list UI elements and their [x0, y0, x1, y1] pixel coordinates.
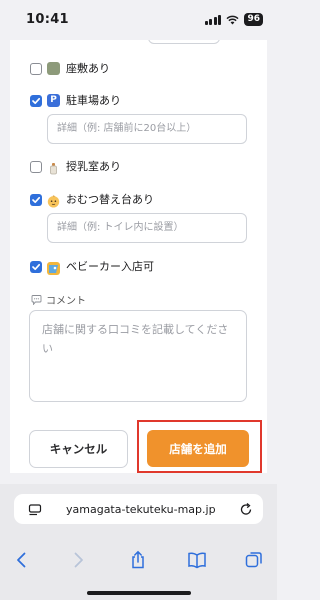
address-bar[interactable]: yamagata-tekuteku-map.jp — [14, 494, 263, 524]
add-store-form: 座敷あり P 駐車場あり 詳細（例: 店舗前に20台以上） 授乳室あり おむつ替… — [10, 40, 267, 473]
checkmark-icon — [32, 196, 41, 204]
speech-bubble-icon — [31, 294, 42, 305]
diaper-table-checkbox[interactable] — [30, 194, 42, 206]
home-indicator — [87, 591, 191, 595]
option-label-parking: 駐車場あり — [66, 94, 121, 107]
option-label-nursing-room: 授乳室あり — [66, 160, 121, 173]
comment-label: コメント — [31, 292, 86, 307]
parking-icon: P — [47, 94, 60, 107]
cancel-button[interactable]: キャンセル — [29, 430, 128, 468]
back-icon[interactable] — [12, 550, 32, 570]
parking-checkbox[interactable] — [30, 95, 42, 107]
status-time: 10:41 — [26, 12, 69, 27]
comment-textarea[interactable]: 店舗に関する口コミを記載してください — [29, 310, 247, 402]
nursing-room-checkbox[interactable] — [30, 161, 42, 173]
stroller-checkbox[interactable] — [30, 261, 42, 273]
share-icon[interactable] — [128, 550, 148, 570]
comment-label-text: コメント — [46, 296, 86, 307]
previous-detail-input[interactable] — [148, 40, 220, 44]
status-bar: 10:41 96 — [0, 0, 277, 40]
status-icons: 96 — [204, 13, 263, 26]
baby-face-icon — [47, 193, 60, 208]
diaper-table-detail-input[interactable]: 詳細（例: トイレ内に設置） — [47, 213, 247, 243]
tatami-icon — [47, 62, 60, 75]
tatami-checkbox[interactable] — [30, 63, 42, 75]
signal-icon — [204, 14, 222, 25]
reload-icon[interactable] — [240, 502, 253, 521]
option-label-tatami: 座敷あり — [66, 62, 110, 75]
page-menu-icon[interactable] — [28, 502, 42, 521]
url-text: yamagata-tekuteku-map.jp — [66, 503, 216, 516]
bookmarks-icon[interactable] — [187, 550, 207, 570]
option-label-stroller: ベビーカー入店可 — [66, 260, 154, 273]
add-store-button[interactable]: 店舗を追加 — [147, 430, 249, 467]
baby-bottle-icon — [47, 160, 60, 175]
parking-detail-input[interactable]: 詳細（例: 店舗前に20台以上） — [47, 114, 247, 144]
checkmark-icon — [32, 97, 41, 105]
tabs-icon[interactable] — [244, 550, 264, 570]
option-label-diaper-table: おむつ替え台あり — [66, 193, 154, 206]
forward-icon[interactable] — [68, 550, 88, 570]
browser-address-area: yamagata-tekuteku-map.jp — [0, 484, 277, 544]
stroller-icon — [47, 260, 60, 275]
wifi-icon — [226, 15, 239, 24]
checkmark-icon — [32, 263, 41, 271]
battery-indicator: 96 — [244, 13, 263, 26]
